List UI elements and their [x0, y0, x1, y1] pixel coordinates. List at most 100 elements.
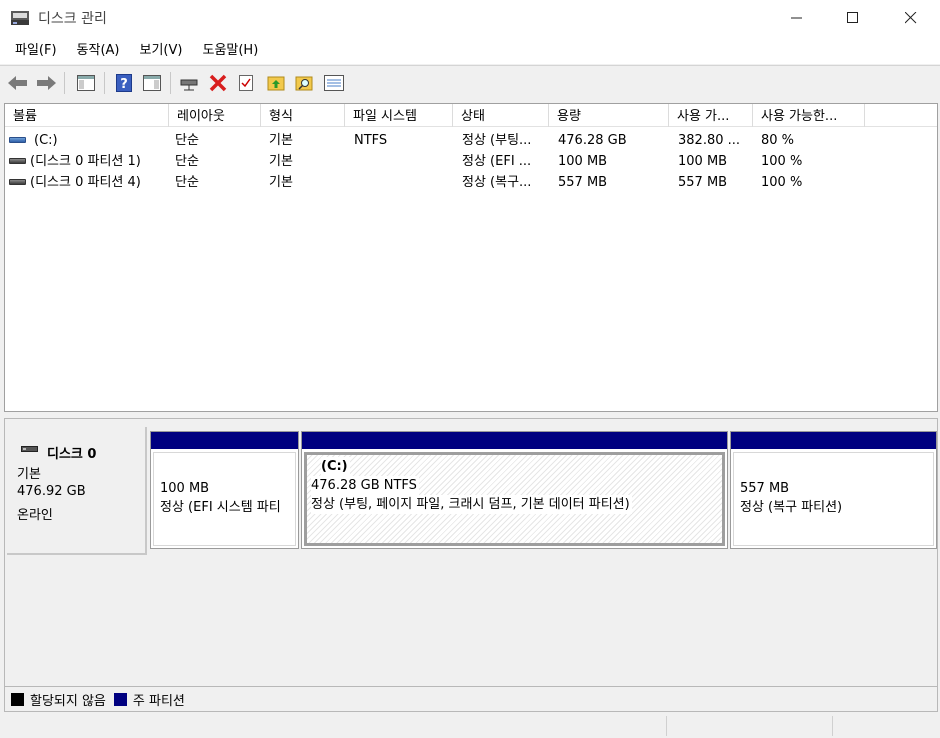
column-header-file-system[interactable]: 파일 시스템	[345, 104, 453, 127]
close-icon	[905, 12, 917, 24]
partition-size: 557 MB	[740, 481, 790, 496]
volume-status: 정상 (EFI ...	[462, 154, 532, 169]
volume-name: (C:)	[34, 133, 58, 148]
connect-drive-button[interactable]	[178, 71, 202, 95]
svg-text:?: ?	[120, 77, 128, 92]
drive-icon	[9, 178, 26, 185]
volume-capacity: 557 MB	[558, 175, 608, 190]
volume-file-system	[354, 172, 454, 193]
legend: 할당되지 않음 주 파티션	[4, 686, 938, 712]
volume-free-space: 100 MB	[678, 154, 728, 169]
status-separator	[666, 716, 667, 736]
legend-swatch-primary	[113, 692, 127, 706]
forward-button[interactable]	[34, 71, 58, 95]
show-hide-action-pane-icon	[143, 75, 161, 91]
volume-percent-free: 80 %	[761, 133, 795, 148]
disk-0-label[interactable]: 디스크 0 기본 476.92 GB 온라인	[7, 427, 147, 555]
volume-row-partition-1[interactable]: (디스크 0 파티션 1) 단순 기본 정상 (EFI ... 100 MB 1…	[5, 151, 937, 172]
partition-c[interactable]: (C:) 476.28 GB NTFS 정상 (부팅, 페이지 파일, 크래시 …	[301, 431, 728, 549]
help-button[interactable]: ?	[112, 71, 136, 95]
toolbar-separator	[104, 72, 105, 94]
window-title: 디스크 관리	[38, 11, 107, 27]
partition-title: (C:)	[321, 457, 350, 476]
partition-size: 100 MB	[160, 481, 210, 496]
volume-status: 정상 (복구...	[462, 175, 532, 190]
column-header-free-space[interactable]: 사용 가...	[669, 104, 753, 127]
volume-file-system: NTFS	[354, 133, 388, 148]
show-hide-console-tree-icon	[77, 75, 95, 91]
volume-file-system	[354, 151, 454, 172]
disk-icon	[21, 446, 38, 452]
up-folder-icon	[267, 76, 285, 91]
menu-bar: 파일(F) 동작(A) 보기(V) 도움말(H)	[0, 36, 940, 64]
search-folder-icon	[295, 76, 313, 91]
volume-row-partition-4[interactable]: (디스크 0 파티션 4) 단순 기본 정상 (복구... 557 MB 557…	[5, 172, 937, 193]
disk-type: 기본	[17, 467, 41, 482]
column-header-percent-free[interactable]: 사용 가능한...	[753, 104, 865, 127]
column-header-volume[interactable]: 볼륨	[5, 104, 169, 127]
disk-management-app-icon	[11, 11, 29, 25]
list-view-icon	[324, 75, 344, 91]
volume-capacity: 100 MB	[558, 154, 608, 169]
show-hide-console-tree-button[interactable]	[74, 71, 98, 95]
volume-free-space: 557 MB	[678, 175, 728, 190]
maximize-button[interactable]	[824, 0, 882, 36]
partition-status: 정상 (부팅, 페이지 파일, 크래시 덤프, 기본 데이터 파티션)	[311, 495, 632, 514]
volume-name: (디스크 0 파티션 1)	[30, 154, 141, 169]
partition-recovery[interactable]: 557 MB 정상 (복구 파티션)	[730, 431, 937, 549]
partition-type-bar	[151, 432, 298, 449]
disk-name: 디스크 0	[47, 447, 97, 462]
back-button[interactable]	[6, 71, 30, 95]
properties-icon	[239, 75, 253, 91]
close-button[interactable]	[882, 0, 940, 36]
column-header-layout[interactable]: 레이아웃	[169, 104, 261, 127]
forward-arrow-icon	[37, 76, 56, 90]
partition-status: 정상 (EFI 시스템 파티	[160, 500, 281, 515]
volume-layout: 단순	[175, 175, 199, 190]
menu-view[interactable]: 보기(V)	[133, 36, 190, 64]
partition-efi[interactable]: 100 MB 정상 (EFI 시스템 파티	[150, 431, 299, 549]
search-folder-button[interactable]	[292, 71, 316, 95]
minimize-button[interactable]	[768, 0, 826, 36]
toolbar-separator	[170, 72, 171, 94]
volume-status: 정상 (부팅...	[462, 133, 532, 148]
drive-icon	[9, 136, 26, 143]
toolbar-separator	[64, 72, 65, 94]
disk-state: 온라인	[17, 508, 53, 523]
list-view-button[interactable]	[322, 71, 346, 95]
show-hide-action-pane-button[interactable]	[140, 71, 164, 95]
volume-percent-free: 100 %	[761, 154, 803, 169]
volume-name: (디스크 0 파티션 4)	[30, 175, 141, 190]
volume-list[interactable]: 볼륨 레이아웃 형식 파일 시스템 상태 용량 사용 가... 사용 가능한..…	[4, 103, 938, 412]
menu-action[interactable]: 동작(A)	[70, 36, 127, 64]
volume-percent-free: 100 %	[761, 175, 803, 190]
column-header-status[interactable]: 상태	[453, 104, 549, 127]
connect-drive-icon	[180, 79, 198, 91]
disk-size: 476.92 GB	[17, 484, 86, 499]
partition-type-bar	[302, 432, 727, 449]
status-separator	[832, 716, 833, 736]
volume-list-header: 볼륨 레이아웃 형식 파일 시스템 상태 용량 사용 가... 사용 가능한..…	[5, 104, 937, 127]
legend-unallocated: 할당되지 않음	[11, 690, 106, 709]
menu-help[interactable]: 도움말(H)	[195, 36, 265, 64]
column-header-capacity[interactable]: 용량	[549, 104, 669, 127]
delete-icon	[209, 74, 227, 92]
volume-type: 기본	[269, 133, 293, 148]
partition-status: 정상 (복구 파티션)	[740, 500, 843, 515]
volume-type: 기본	[269, 175, 293, 190]
volume-free-space: 382.80 ...	[678, 133, 741, 148]
delete-button[interactable]	[206, 71, 230, 95]
status-bar	[0, 713, 940, 738]
volume-row-c[interactable]: (C:) 단순 기본 NTFS 정상 (부팅... 476.28 GB 382.…	[5, 130, 937, 151]
volume-capacity: 476.28 GB	[558, 133, 627, 148]
volume-layout: 단순	[175, 154, 199, 169]
menu-file[interactable]: 파일(F)	[8, 36, 64, 64]
legend-primary-partition: 주 파티션	[113, 690, 185, 709]
volume-layout: 단순	[175, 133, 199, 148]
properties-button[interactable]	[234, 71, 258, 95]
help-icon: ?	[116, 74, 132, 92]
up-folder-button[interactable]	[264, 71, 288, 95]
minimize-icon	[791, 17, 802, 19]
title-bar: 디스크 관리	[0, 0, 940, 36]
column-header-type[interactable]: 형식	[261, 104, 345, 127]
